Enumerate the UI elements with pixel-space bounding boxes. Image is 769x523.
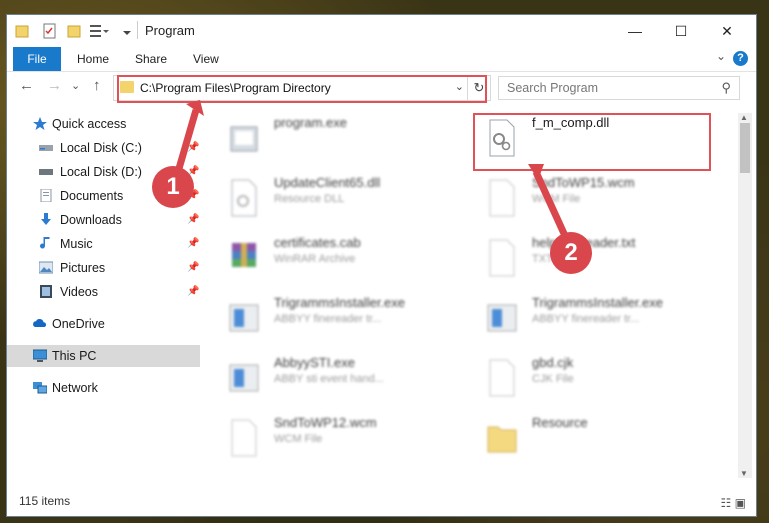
callout-2: 2 [550, 232, 592, 274]
callout-1: 1 [152, 166, 194, 208]
callout-arrow-2 [532, 170, 570, 240]
callout-arrow-1 [174, 109, 200, 173]
callout-arrows [174, 100, 570, 240]
